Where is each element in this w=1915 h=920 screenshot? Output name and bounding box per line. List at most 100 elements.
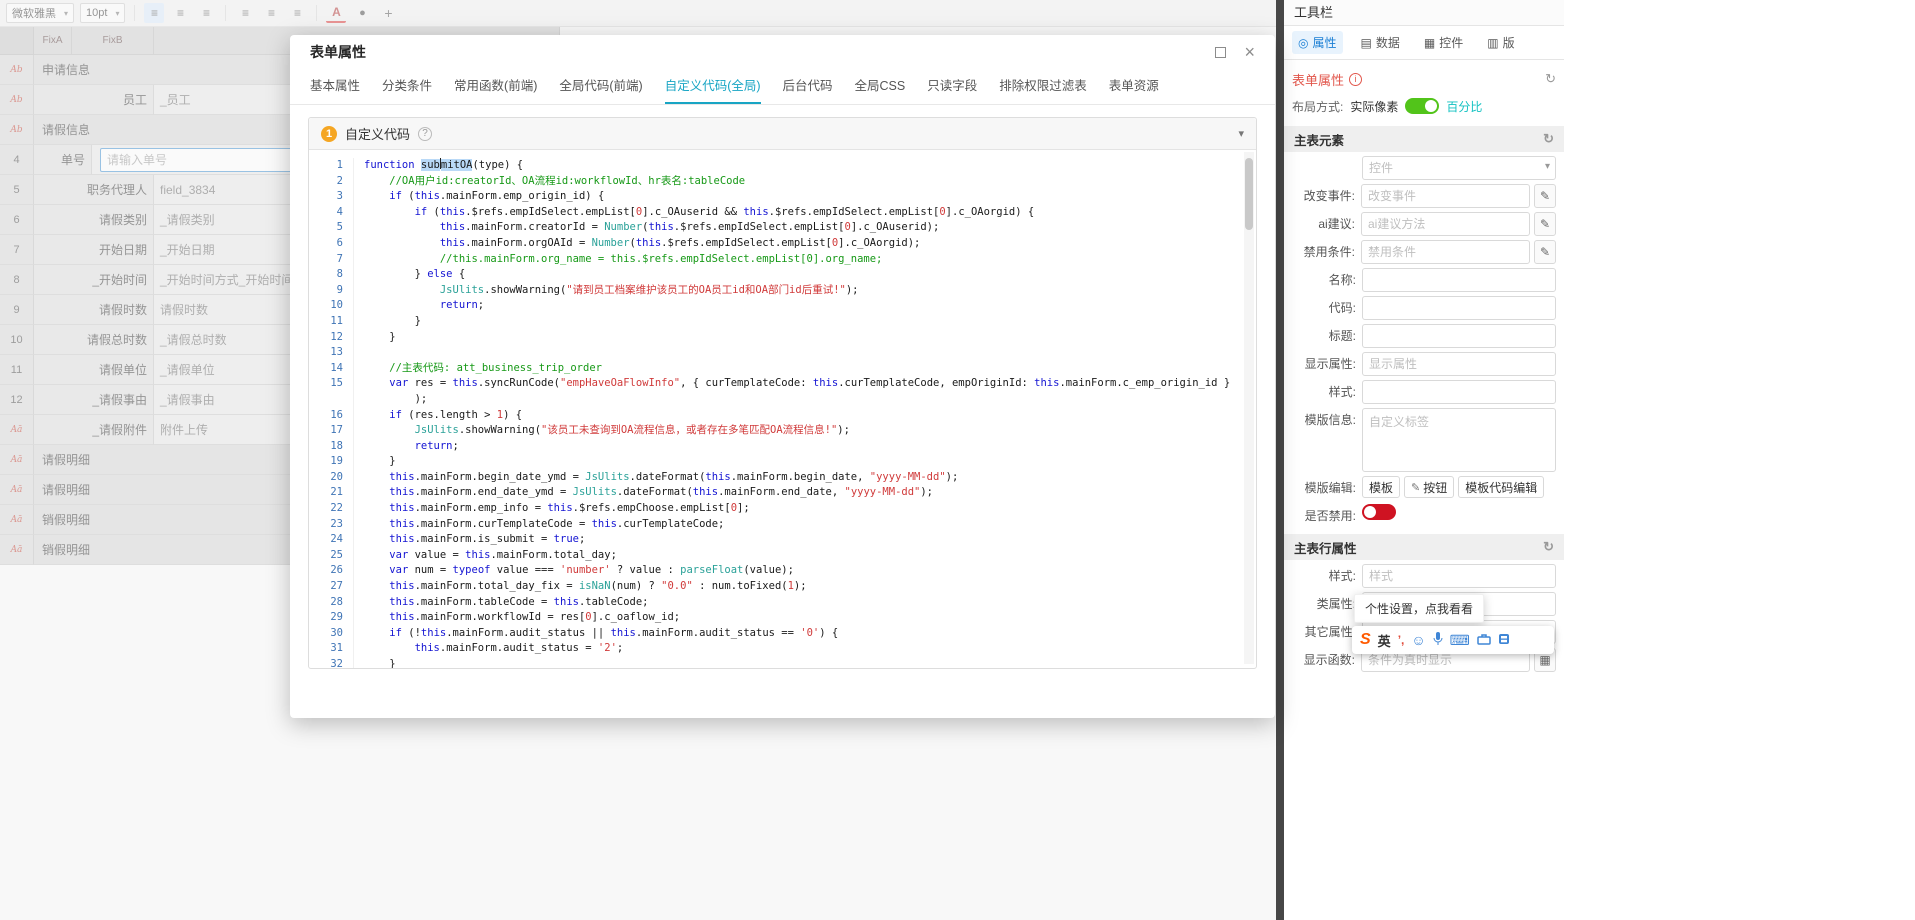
row-marker[interactable]: 7 bbox=[0, 235, 34, 265]
label-cell[interactable]: 职务代理人 bbox=[34, 175, 154, 205]
control-input[interactable] bbox=[1362, 156, 1556, 180]
custom-code-panel-header[interactable]: 1 自定义代码 ? ▾ bbox=[309, 118, 1256, 150]
label-cell[interactable]: 请假类别 bbox=[34, 205, 154, 235]
sidebar-tab-props[interactable]: ◎属性 bbox=[1292, 31, 1343, 54]
scrollbar-thumb[interactable] bbox=[1245, 158, 1253, 230]
microphone-icon[interactable] bbox=[1433, 632, 1443, 649]
title-input[interactable] bbox=[1362, 324, 1556, 348]
disabled-toggle[interactable] bbox=[1362, 504, 1396, 520]
row-marker[interactable]: 9 bbox=[0, 295, 34, 325]
label-cell[interactable]: 请假总时数 bbox=[34, 325, 154, 355]
font-color-icon[interactable]: A bbox=[326, 3, 346, 23]
sidebar-tab-label: 控件 bbox=[1439, 34, 1463, 51]
modal-tab[interactable]: 分类条件 bbox=[382, 69, 432, 104]
row-marker[interactable]: Ab bbox=[0, 115, 34, 145]
maximize-icon[interactable] bbox=[1215, 47, 1226, 58]
label-cell[interactable]: _开始时间 bbox=[34, 265, 154, 295]
style-input[interactable] bbox=[1362, 380, 1556, 404]
row-marker[interactable]: Ab bbox=[0, 85, 34, 115]
modal-tab[interactable]: 只读字段 bbox=[927, 69, 977, 104]
row-marker[interactable]: Aā bbox=[0, 415, 34, 445]
template-edit-button[interactable]: 模板代码编辑 bbox=[1458, 476, 1544, 498]
help-icon[interactable]: ? bbox=[418, 127, 432, 141]
modal-tab[interactable]: 常用函数(前端) bbox=[454, 69, 537, 104]
modal-tab[interactable]: 全局代码(前端) bbox=[559, 69, 642, 104]
label-cell[interactable]: 单号 bbox=[34, 145, 92, 175]
row-marker[interactable]: 10 bbox=[0, 325, 34, 355]
label-cell[interactable]: _请假事由 bbox=[34, 385, 154, 415]
label-cell[interactable]: 员工 bbox=[34, 85, 154, 115]
collapse-chevron-icon[interactable]: ▾ bbox=[1238, 127, 1244, 140]
template-edit-button[interactable]: 模板 bbox=[1362, 476, 1400, 498]
row-marker[interactable]: 12 bbox=[0, 385, 34, 415]
row-marker[interactable]: Aā bbox=[0, 475, 34, 505]
line-number: 30 bbox=[309, 626, 353, 642]
sidebar-tab-data[interactable]: ▤数据 bbox=[1355, 31, 1406, 54]
fill-color-icon[interactable]: ● bbox=[352, 3, 372, 23]
row-style-input[interactable] bbox=[1362, 564, 1556, 588]
label-cell[interactable]: 请假时数 bbox=[34, 295, 154, 325]
refresh-icon[interactable]: ↻ bbox=[1543, 539, 1554, 555]
label-cell[interactable]: 请假单位 bbox=[34, 355, 154, 385]
ime-logo-icon[interactable]: S bbox=[1360, 631, 1371, 649]
add-icon[interactable]: + bbox=[378, 3, 398, 23]
row-marker[interactable]: 6 bbox=[0, 205, 34, 235]
row-marker[interactable]: 4 bbox=[0, 145, 34, 175]
valign-bottom-icon[interactable]: ≡ bbox=[287, 3, 307, 23]
modal-tab[interactable]: 后台代码 bbox=[783, 69, 833, 104]
modal-tab[interactable]: 表单资源 bbox=[1109, 69, 1159, 104]
disable-condition-input[interactable] bbox=[1361, 240, 1530, 264]
sidebar-tab-widgets[interactable]: ▦控件 bbox=[1418, 31, 1469, 54]
row-marker[interactable]: Aā bbox=[0, 445, 34, 475]
align-left-icon[interactable]: ≡ bbox=[144, 3, 164, 23]
row-marker[interactable]: 5 bbox=[0, 175, 34, 205]
edit-icon[interactable]: ✎ bbox=[1534, 212, 1556, 236]
valign-top-icon[interactable]: ≡ bbox=[235, 3, 255, 23]
font-family-select[interactable]: 微软雅黑 ▾ bbox=[6, 3, 74, 23]
layout-mode-toggle[interactable] bbox=[1405, 98, 1439, 114]
control-select[interactable]: ▾ bbox=[1362, 156, 1556, 180]
label-cell[interactable]: _请假附件 bbox=[34, 415, 154, 445]
edit-icon[interactable]: ✎ bbox=[1534, 184, 1556, 208]
close-icon[interactable]: × bbox=[1244, 43, 1255, 61]
modal-tab[interactable]: 基本属性 bbox=[310, 69, 360, 104]
main-table-section-header[interactable]: 主表元素 ↻ bbox=[1284, 126, 1564, 152]
code-input[interactable] bbox=[1362, 296, 1556, 320]
align-right-icon[interactable]: ≡ bbox=[196, 3, 216, 23]
row-marker[interactable]: Aā bbox=[0, 535, 34, 565]
ime-punctuation-icon[interactable]: ’, bbox=[1398, 633, 1405, 647]
template-info-textarea[interactable] bbox=[1362, 408, 1556, 472]
align-center-icon[interactable]: ≡ bbox=[170, 3, 190, 23]
modal-tab[interactable]: 全局CSS bbox=[855, 69, 906, 104]
skin-icon[interactable] bbox=[1498, 633, 1510, 648]
row-marker[interactable]: Ab bbox=[0, 55, 34, 85]
ime-language-toggle[interactable]: 英 bbox=[1378, 631, 1391, 650]
toolbox-icon[interactable] bbox=[1477, 633, 1491, 648]
refresh-icon[interactable]: ↻ bbox=[1543, 131, 1554, 147]
keyboard-icon[interactable]: ⌨ bbox=[1450, 632, 1470, 649]
ai-suggest-input[interactable] bbox=[1361, 212, 1530, 236]
valign-middle-icon[interactable]: ≡ bbox=[261, 3, 281, 23]
row-marker[interactable]: 11 bbox=[0, 355, 34, 385]
line-number: 20 bbox=[309, 470, 353, 486]
sidebar-tab-version[interactable]: ▥版 bbox=[1481, 31, 1520, 54]
line-number: 28 bbox=[309, 595, 353, 611]
name-input[interactable] bbox=[1362, 268, 1556, 292]
row-props-section-header[interactable]: 主表行属性 ↻ bbox=[1284, 534, 1564, 560]
change-event-input[interactable] bbox=[1361, 184, 1530, 208]
edit-icon[interactable]: ✎ bbox=[1534, 240, 1556, 264]
code-editor[interactable]: 1function submitOA(type) {2 //OA用户id:cre… bbox=[309, 150, 1256, 668]
modal-tab[interactable]: 自定义代码(全局) bbox=[665, 69, 761, 104]
row-marker[interactable]: 8 bbox=[0, 265, 34, 295]
modal-tab[interactable]: 排除权限过滤表 bbox=[999, 69, 1087, 104]
display-attr-input[interactable] bbox=[1362, 352, 1556, 376]
editor-scrollbar[interactable] bbox=[1244, 152, 1254, 664]
template-edit-button[interactable]: ✎按钮 bbox=[1404, 476, 1454, 498]
code-line: 22 this.mainForm.emp_info = this.$refs.e… bbox=[309, 501, 1256, 517]
docnum-input[interactable] bbox=[100, 148, 298, 172]
row-marker[interactable]: Aā bbox=[0, 505, 34, 535]
font-size-select[interactable]: 10pt ▾ bbox=[80, 3, 125, 23]
emoji-icon[interactable]: ☺ bbox=[1411, 632, 1425, 648]
label-cell[interactable]: 开始日期 bbox=[34, 235, 154, 265]
refresh-icon[interactable]: ↻ bbox=[1545, 71, 1556, 87]
